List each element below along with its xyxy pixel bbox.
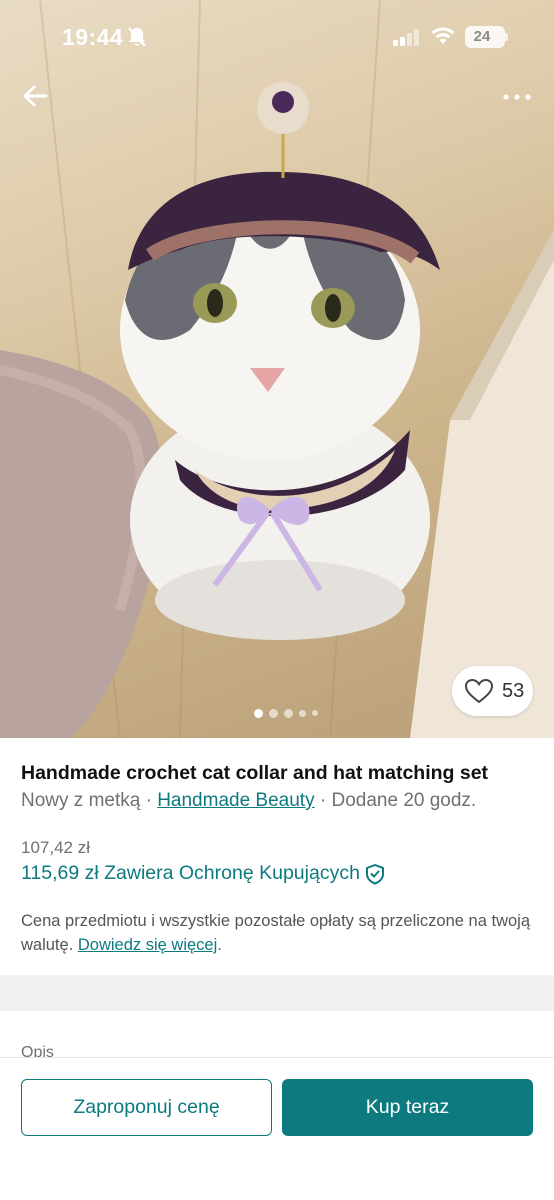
status-bar: 19:44 24 bbox=[0, 0, 554, 76]
wifi-icon bbox=[431, 27, 455, 44]
page-dot[interactable] bbox=[312, 710, 318, 716]
currency-note: Cena przedmiotu i wszystkie pozostałe op… bbox=[21, 909, 541, 957]
more-horizontal-icon[interactable] bbox=[500, 86, 536, 108]
section-divider bbox=[0, 975, 554, 1011]
item-price: 107,42 zł bbox=[21, 838, 90, 857]
battery-tip bbox=[505, 33, 508, 41]
status-time: 19:44 bbox=[62, 24, 124, 50]
arrow-left-icon[interactable] bbox=[18, 78, 54, 114]
make-offer-button[interactable]: Zaproponuj cenę bbox=[21, 1079, 272, 1136]
page-dot[interactable] bbox=[284, 708, 293, 718]
bell-muted-icon bbox=[128, 27, 146, 47]
signal-icon bbox=[393, 29, 419, 46]
heart-icon bbox=[464, 678, 494, 704]
favorite-button[interactable]: 53 bbox=[452, 666, 533, 716]
item-title: Handmade crochet cat collar and hat matc… bbox=[21, 762, 489, 784]
battery-icon: 24 bbox=[465, 26, 505, 48]
item-meta: Nowy z metką · Handmade Beauty · Dodane … bbox=[21, 790, 476, 812]
learn-more-link[interactable]: Dowiedz się więcej bbox=[78, 936, 217, 954]
cat-photo-illustration bbox=[0, 0, 554, 738]
page-dot[interactable] bbox=[269, 708, 278, 718]
page-dot[interactable] bbox=[254, 708, 263, 718]
photo-pagination bbox=[254, 707, 318, 719]
shield-check-icon bbox=[365, 863, 384, 884]
brand-link[interactable]: Handmade Beauty bbox=[157, 790, 314, 811]
meta-separator: · bbox=[140, 790, 158, 811]
battery-level: 24 bbox=[473, 28, 491, 45]
description-label: Opis bbox=[21, 1044, 54, 1058]
item-photo[interactable]: 19:44 24 53 bbox=[0, 0, 554, 738]
page-dot[interactable] bbox=[299, 709, 306, 717]
currency-note-end: . bbox=[217, 936, 222, 954]
meta-separator: · bbox=[314, 790, 332, 811]
item-added-time: Dodane 20 godz. bbox=[331, 790, 477, 811]
buy-now-button[interactable]: Kup teraz bbox=[282, 1079, 533, 1136]
item-condition: Nowy z metką bbox=[21, 790, 141, 811]
favorites-count: 53 bbox=[502, 679, 525, 702]
price-with-protection[interactable]: 115,69 zł Zawiera Ochronę Kupujących bbox=[21, 862, 386, 885]
price-with-protection-label: 115,69 zł Zawiera Ochronę Kupujących bbox=[21, 862, 360, 884]
